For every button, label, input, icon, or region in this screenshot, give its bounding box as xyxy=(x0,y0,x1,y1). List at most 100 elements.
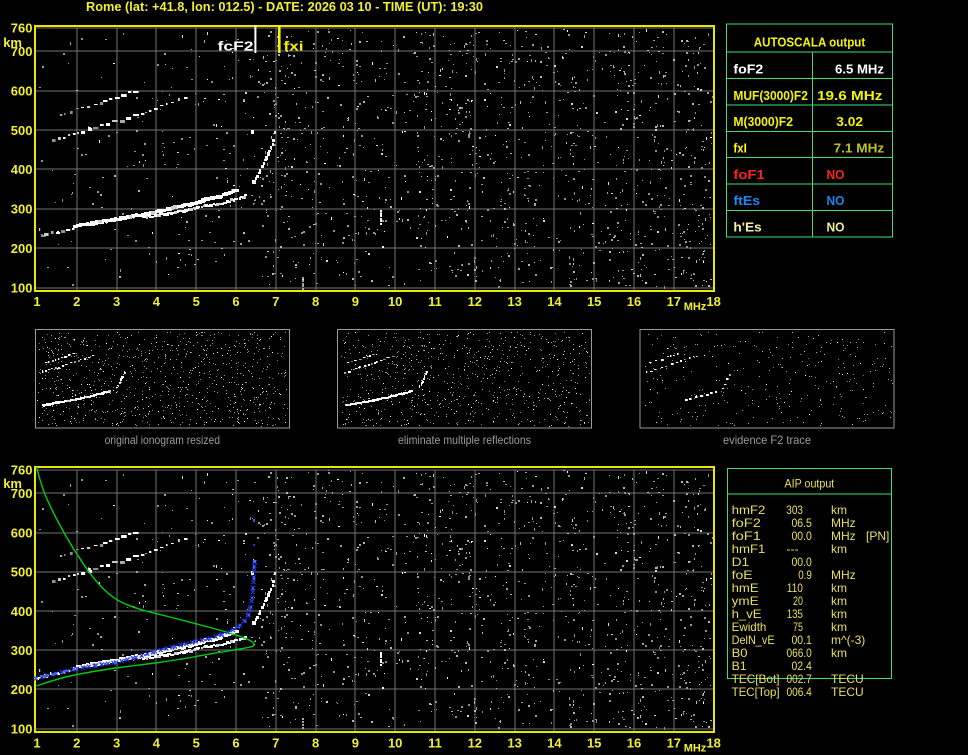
svg-text:4: 4 xyxy=(153,294,161,309)
svg-text:17: 17 xyxy=(667,294,681,309)
svg-text:12: 12 xyxy=(468,294,482,309)
svg-text:00.0: 00.0 xyxy=(792,529,813,543)
svg-text:hmF2: hmF2 xyxy=(732,503,766,517)
svg-text:7: 7 xyxy=(272,294,279,309)
svg-text:2: 2 xyxy=(73,736,80,751)
svg-text:14: 14 xyxy=(547,736,562,751)
svg-text:500: 500 xyxy=(11,565,33,580)
svg-text:foF2: foF2 xyxy=(733,61,763,76)
svg-text:9: 9 xyxy=(352,736,359,751)
svg-text:3: 3 xyxy=(113,294,120,309)
svg-text:14: 14 xyxy=(547,294,562,309)
svg-text:AIP output: AIP output xyxy=(785,477,835,491)
svg-text:16: 16 xyxy=(627,294,641,309)
svg-text:18: 18 xyxy=(706,736,720,751)
svg-text:fxI: fxI xyxy=(733,141,746,156)
svg-text:Ewidth: Ewidth xyxy=(732,620,767,634)
svg-text:eliminate multiple reflections: eliminate multiple reflections xyxy=(398,433,531,447)
svg-text:00.0: 00.0 xyxy=(792,555,813,569)
svg-text:00.1: 00.1 xyxy=(792,633,813,647)
svg-text:06.5: 06.5 xyxy=(792,516,813,530)
svg-text:foE: foE xyxy=(732,568,753,582)
svg-text:11: 11 xyxy=(428,294,442,309)
svg-text:h_vE: h_vE xyxy=(732,607,762,621)
svg-text:NO: NO xyxy=(827,193,845,208)
svg-text:B1: B1 xyxy=(732,659,747,673)
svg-text:NO: NO xyxy=(827,220,845,235)
svg-text:[PN]: [PN] xyxy=(866,529,889,543)
svg-text:200: 200 xyxy=(11,682,33,697)
svg-text:110: 110 xyxy=(787,581,803,595)
svg-text:MHz: MHz xyxy=(831,516,856,530)
svg-text:3.02: 3.02 xyxy=(836,114,863,129)
svg-text:hmE: hmE xyxy=(732,581,759,595)
svg-text:300: 300 xyxy=(11,202,33,217)
svg-text:km: km xyxy=(831,594,847,608)
svg-text:18: 18 xyxy=(706,294,720,309)
svg-text:100: 100 xyxy=(11,721,33,736)
svg-text:MHz: MHz xyxy=(684,743,707,755)
svg-text:6.5 MHz: 6.5 MHz xyxy=(835,61,885,76)
svg-text:600: 600 xyxy=(11,84,33,99)
svg-text:MUF(3000)F2: MUF(3000)F2 xyxy=(733,88,808,103)
svg-text:AUTOSCALA output: AUTOSCALA output xyxy=(754,35,866,50)
svg-text:m^(-3): m^(-3) xyxy=(831,633,865,647)
svg-text:7.1 MHz: 7.1 MHz xyxy=(834,141,885,156)
svg-text:15: 15 xyxy=(587,736,601,751)
svg-text:100: 100 xyxy=(11,280,33,295)
svg-text:400: 400 xyxy=(11,604,33,619)
svg-text:TECU: TECU xyxy=(831,685,864,699)
svg-text:km: km xyxy=(3,35,22,50)
svg-text:foF1: foF1 xyxy=(733,167,764,182)
svg-text:ymE: ymE xyxy=(732,594,759,608)
svg-text:13: 13 xyxy=(507,294,521,309)
svg-text:5: 5 xyxy=(193,294,200,309)
svg-text:8: 8 xyxy=(312,294,319,309)
svg-text:km: km xyxy=(831,581,847,595)
svg-text:1: 1 xyxy=(33,736,40,751)
svg-text:400: 400 xyxy=(11,162,33,177)
svg-text:9: 9 xyxy=(352,294,359,309)
svg-text:original ionogram resized: original ionogram resized xyxy=(105,433,220,447)
svg-text:NO: NO xyxy=(827,167,845,182)
svg-text:066.0: 066.0 xyxy=(787,646,813,660)
svg-text:1: 1 xyxy=(33,294,40,309)
svg-text:10: 10 xyxy=(388,736,402,751)
svg-text:TEC[Bot]: TEC[Bot] xyxy=(732,672,780,686)
svg-text:DelN_vE: DelN_vE xyxy=(732,633,775,647)
svg-text:fxi: fxi xyxy=(284,39,304,54)
svg-text:MHz: MHz xyxy=(684,301,707,313)
svg-text:km: km xyxy=(831,620,847,634)
svg-text:12: 12 xyxy=(468,736,482,751)
svg-text:19.6 MHz: 19.6 MHz xyxy=(817,88,883,103)
svg-text:200: 200 xyxy=(11,241,33,256)
svg-text:B0: B0 xyxy=(732,646,748,660)
svg-text:600: 600 xyxy=(11,525,33,540)
svg-text:10: 10 xyxy=(388,294,402,309)
svg-text:002.7: 002.7 xyxy=(787,672,813,686)
svg-text:0.9: 0.9 xyxy=(798,568,812,582)
svg-text:5: 5 xyxy=(193,736,200,751)
svg-text:km: km xyxy=(3,476,22,491)
svg-text:TEC[Top]: TEC[Top] xyxy=(732,685,780,699)
svg-text:500: 500 xyxy=(11,123,33,138)
svg-text:km: km xyxy=(831,503,847,517)
svg-text:M(3000)F2: M(3000)F2 xyxy=(733,114,793,129)
svg-text:300: 300 xyxy=(11,643,33,658)
svg-text:km: km xyxy=(831,607,847,621)
svg-text:MHz: MHz xyxy=(831,568,856,582)
svg-text:13: 13 xyxy=(507,736,521,751)
svg-text:hmF1: hmF1 xyxy=(732,542,766,556)
svg-text:20: 20 xyxy=(793,594,803,608)
svg-text:4: 4 xyxy=(153,736,161,751)
svg-text:6: 6 xyxy=(232,736,239,751)
svg-text:7: 7 xyxy=(272,736,279,751)
svg-text:km: km xyxy=(831,646,847,660)
svg-text:3: 3 xyxy=(113,736,120,751)
svg-text:02.4: 02.4 xyxy=(792,659,813,673)
svg-text:Rome (lat: +41.8, lon: 012.5): Rome (lat: +41.8, lon: 012.5) - DATE: 20… xyxy=(86,0,483,14)
svg-text:ftEs: ftEs xyxy=(733,193,760,208)
svg-text:h'Es: h'Es xyxy=(733,220,761,235)
svg-text:15: 15 xyxy=(587,294,601,309)
svg-text:fcF2: fcF2 xyxy=(218,39,254,54)
